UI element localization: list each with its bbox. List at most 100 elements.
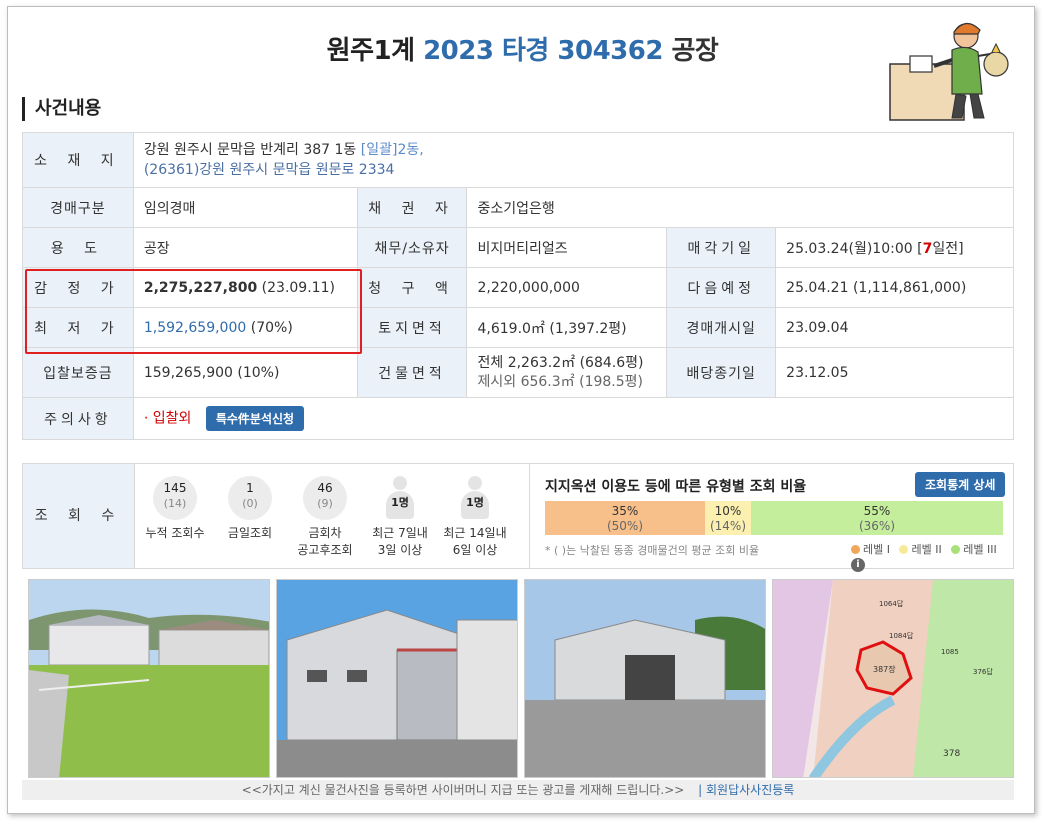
next-schedule-label: 다음예정 bbox=[666, 267, 777, 308]
land-area-label: 토지면적 bbox=[356, 307, 468, 348]
photo-register-notice: <<가지고 계신 물건사진을 등록하면 사이버머니 지급 또는 광고를 게재해 … bbox=[241, 783, 685, 797]
recent-views-label: 최근 14일내 bbox=[443, 526, 507, 540]
creditor-label: 채 권 자 bbox=[356, 187, 468, 228]
ratio-bar-level1: 35% (50%) bbox=[545, 501, 705, 535]
view-stats-detail-button[interactable]: 조회통계 상세 bbox=[915, 472, 1006, 497]
min-price-ratio: (70%) bbox=[250, 319, 293, 336]
ratio-bar-pct: 35% bbox=[611, 504, 639, 518]
legend-dot-level2 bbox=[899, 545, 909, 554]
recent-views-14d: 1명 최근 14일내 6일 이상 bbox=[435, 476, 515, 558]
building-area-total: 전체 2,263.2㎡ (684.6평) bbox=[477, 354, 644, 371]
address-line2: (26361)강원 원주시 문막읍 원문로 2334 bbox=[143, 162, 395, 178]
min-price-value: 1,592,659,000 (70%) bbox=[132, 307, 358, 348]
address-bundle-tail: 2동, bbox=[397, 142, 424, 158]
view-count-sub: (14) bbox=[163, 497, 187, 510]
property-photo-2[interactable] bbox=[276, 579, 518, 778]
view-count-sub: (9) bbox=[317, 497, 333, 510]
view-count-num: 145 bbox=[163, 481, 187, 495]
auction-type-value: 임의경매 bbox=[132, 187, 358, 228]
sale-date-tail: 일전] bbox=[932, 240, 964, 257]
legend-dot-level1 bbox=[851, 545, 860, 554]
address-bundle-link[interactable]: [일괄] bbox=[361, 142, 398, 158]
property-photo-1[interactable] bbox=[28, 579, 270, 778]
property-category: 공장 bbox=[671, 36, 719, 66]
sale-date-main: 25.03.24(월)10:00 [ bbox=[786, 240, 923, 257]
person-icon: 1명 bbox=[378, 476, 422, 520]
view-count-circle: 1 (0) bbox=[228, 476, 272, 520]
address-value: 강원 원주시 문막읍 반계리 387 1동 [일괄]2동, (26361)강원 … bbox=[132, 132, 1015, 188]
section-title: 사건내용 bbox=[22, 97, 101, 121]
info-icon[interactable]: i bbox=[851, 558, 865, 572]
ratio-bar-avg: (14%) bbox=[709, 519, 747, 533]
ratio-bar-pct: 55% bbox=[863, 504, 891, 518]
debtor-label: 채무/소유자 bbox=[356, 227, 468, 268]
claim-label: 청 구 액 bbox=[356, 267, 468, 308]
map-label: 1085 bbox=[941, 648, 959, 656]
mascot-illustration bbox=[889, 22, 1009, 121]
view-count-label2: 공고후조회 bbox=[297, 543, 353, 557]
ratio-note: * ( )는 낙찰된 동종 경매물건의 평균 조회 비율 bbox=[545, 544, 760, 557]
legend-dot-level3 bbox=[951, 545, 961, 554]
building-area-excl: 제시외 656.3㎡ (198.5평) bbox=[477, 373, 643, 390]
start-date-value: 23.09.04 bbox=[775, 307, 1014, 348]
map-label: 387장 bbox=[873, 664, 896, 674]
usage-value: 공장 bbox=[132, 227, 358, 268]
special-analysis-button[interactable]: 특수件분석신청 bbox=[205, 406, 305, 431]
recent-views-7d: 1명 최근 7일내 3일 이상 bbox=[360, 476, 440, 558]
sale-date-days: 7 bbox=[922, 240, 933, 257]
land-area-value: 4,619.0㎡ (1,397.2평) bbox=[466, 307, 668, 348]
property-photo-3[interactable] bbox=[524, 579, 766, 778]
min-price-amount: 1,592,659,000 bbox=[143, 319, 247, 336]
notes-label: 주의사항 bbox=[22, 397, 134, 440]
ratio-title: 지지옥션 이용도 등에 따른 유형별 조회 비율 bbox=[545, 479, 807, 495]
dividend-end-label: 배당종기일 bbox=[666, 347, 777, 398]
ratio-bar-level3: 55% (36%) bbox=[751, 501, 1003, 535]
view-count-num: 1 bbox=[246, 481, 254, 495]
next-schedule-value: 25.04.21 (1,114,861,000) bbox=[775, 267, 1014, 308]
recent-views-label: 최근 7일내 bbox=[372, 526, 428, 540]
view-count-num: 46 bbox=[317, 481, 333, 495]
property-map[interactable]: 387장 1064답 1084답 1085 376답 378 bbox=[772, 579, 1014, 778]
case-info-table: 소 재 지 강원 원주시 문막읍 반계리 387 1동 [일괄]2동, (263… bbox=[22, 132, 1015, 440]
min-price-label: 최 저 가 bbox=[22, 307, 134, 348]
court-name: 원주1계 bbox=[326, 36, 415, 66]
address-label: 소 재 지 bbox=[22, 132, 134, 188]
recent-views-label2: 6일 이상 bbox=[452, 543, 498, 557]
legend-label-level1: 레벨 I bbox=[863, 543, 890, 556]
legend-label-level3: 레벨 III bbox=[963, 543, 997, 556]
map-label: 1084답 bbox=[889, 631, 914, 640]
sale-date-value: 25.03.24(월)10:00 [7일전] bbox=[775, 227, 1014, 268]
deposit-label: 입찰보증금 bbox=[22, 347, 134, 398]
debtor-value: 비지머티리얼즈 bbox=[466, 227, 668, 268]
view-count-round: 46 (9) 금회차 공고후조회 bbox=[285, 476, 365, 558]
view-count-label: 금일조회 bbox=[227, 526, 273, 540]
building-area-value: 전체 2,263.2㎡ (684.6평) 제시외 656.3㎡ (198.5평) bbox=[466, 347, 668, 398]
usage-label: 용 도 bbox=[22, 227, 134, 268]
view-count-today: 1 (0) 금일조회 bbox=[210, 476, 290, 541]
appraisal-value: 2,275,227,800 (23.09.11) bbox=[132, 267, 358, 308]
notes-warning: · 입찰외 bbox=[143, 410, 192, 427]
map-label: 1064답 bbox=[879, 599, 904, 608]
auction-type-label: 경매구분 bbox=[22, 187, 134, 228]
view-counts-panel: 조 회 수 145 (14) 누적 조회수 1 (0) 금일조회 46 (9) … bbox=[22, 463, 1014, 572]
photo-footer-bar: <<가지고 계신 물건사진을 등록하면 사이버머니 지급 또는 광고를 게재해 … bbox=[22, 780, 1014, 800]
views-label: 조 회 수 bbox=[23, 464, 135, 568]
creditor-value: 중소기업은행 bbox=[466, 187, 1014, 228]
views-divider bbox=[529, 464, 530, 568]
member-photo-register-link[interactable]: | 회원답사사진등록 bbox=[698, 783, 794, 797]
recent-views-num: 1명 bbox=[391, 496, 409, 509]
address-line1: 강원 원주시 문막읍 반계리 387 1동 bbox=[143, 142, 357, 158]
deposit-value: 159,265,900 (10%) bbox=[132, 347, 358, 398]
map-label: 378 bbox=[943, 749, 960, 759]
dividend-end-value: 23.12.05 bbox=[775, 347, 1014, 398]
ratio-bar-avg: (50%) bbox=[606, 519, 644, 533]
start-date-label: 경매개시일 bbox=[666, 307, 777, 348]
view-count-circle: 145 (14) bbox=[153, 476, 197, 520]
appraisal-label: 감 정 가 bbox=[22, 267, 134, 308]
recent-views-label2: 3일 이상 bbox=[377, 543, 423, 557]
ratio-bar-pct: 10% bbox=[714, 504, 742, 518]
person-icon: 1명 bbox=[453, 476, 497, 520]
map-label: 376답 bbox=[973, 667, 993, 676]
view-count-label: 누적 조회수 bbox=[145, 526, 205, 540]
ratio-legend: 레벨 I 레벨 II 레벨 III i bbox=[845, 541, 1013, 572]
